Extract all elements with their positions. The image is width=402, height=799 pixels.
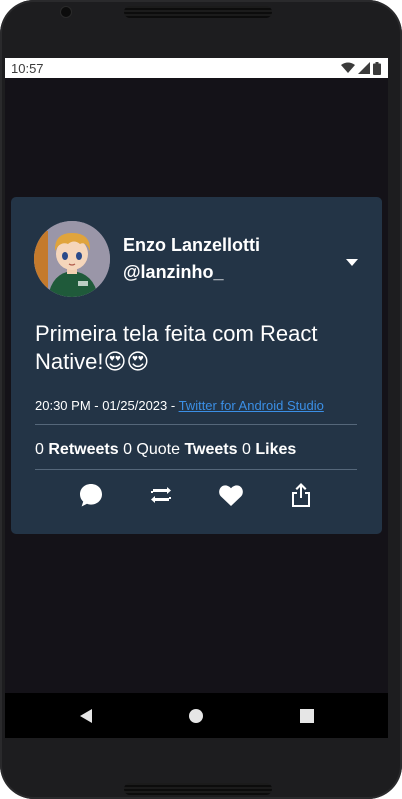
tweet-text: Primeira tela feita com React Native!😍😍 [35, 320, 365, 376]
retweets-label[interactable]: Retweets [48, 441, 118, 458]
recents-icon[interactable] [298, 707, 316, 725]
tweet-datetime: 20:30 PM - 01/25/2023 - [35, 398, 179, 413]
status-time: 10:57 [11, 60, 44, 76]
divider-bottom [35, 469, 357, 470]
comment-icon[interactable] [77, 481, 105, 509]
like-icon[interactable] [217, 481, 245, 509]
tweet-meta: 20:30 PM - 01/25/2023 - Twitter for Andr… [35, 398, 365, 414]
status-bar: 10:57 [5, 58, 388, 78]
tweet-card: Enzo Lanzellotti @lanzinho_ Primeira tel… [11, 197, 382, 534]
tweet-body: Primeira tela feita com React Native! [35, 321, 318, 374]
battery-icon [373, 61, 381, 75]
bottom-speaker [124, 783, 272, 795]
wifi-icon [341, 62, 355, 73]
user-handle[interactable]: @lanzinho_ [123, 261, 260, 283]
top-speaker [124, 6, 272, 18]
divider-top [35, 424, 357, 425]
tweet-source-link[interactable]: Twitter for Android Studio [179, 398, 324, 413]
phone-frame: 10:57 Enzo Lanzellotti @lanzinho_ Primei… [0, 0, 402, 799]
screen: 10:57 Enzo Lanzellotti @lanzinho_ Primei… [5, 58, 388, 738]
tweet-actions [11, 481, 382, 511]
tweet-stats: 0 Retweets 0 Quote Tweets 0 Likes [35, 440, 296, 460]
status-icons [341, 61, 381, 75]
share-icon[interactable] [287, 481, 315, 509]
quote-tweets-label[interactable]: Tweets [184, 441, 237, 458]
back-icon[interactable] [77, 707, 95, 725]
avatar-image [34, 221, 110, 297]
quote-label[interactable]: Quote [136, 441, 180, 458]
navigation-bar [5, 693, 388, 738]
retweets-count: 0 [35, 441, 44, 458]
home-icon[interactable] [187, 707, 205, 725]
avatar[interactable] [34, 221, 110, 297]
likes-label[interactable]: Likes [255, 441, 296, 458]
signal-icon [358, 62, 370, 74]
likes-count: 0 [241, 441, 251, 458]
tweet-emojis: 😍😍 [103, 349, 150, 374]
front-camera [61, 7, 71, 17]
display-name[interactable]: Enzo Lanzellotti [123, 234, 260, 256]
user-names: Enzo Lanzellotti @lanzinho_ [123, 234, 260, 283]
quote-count: 0 [123, 441, 132, 458]
retweet-icon[interactable] [147, 481, 175, 509]
chevron-down-icon[interactable] [345, 254, 359, 266]
